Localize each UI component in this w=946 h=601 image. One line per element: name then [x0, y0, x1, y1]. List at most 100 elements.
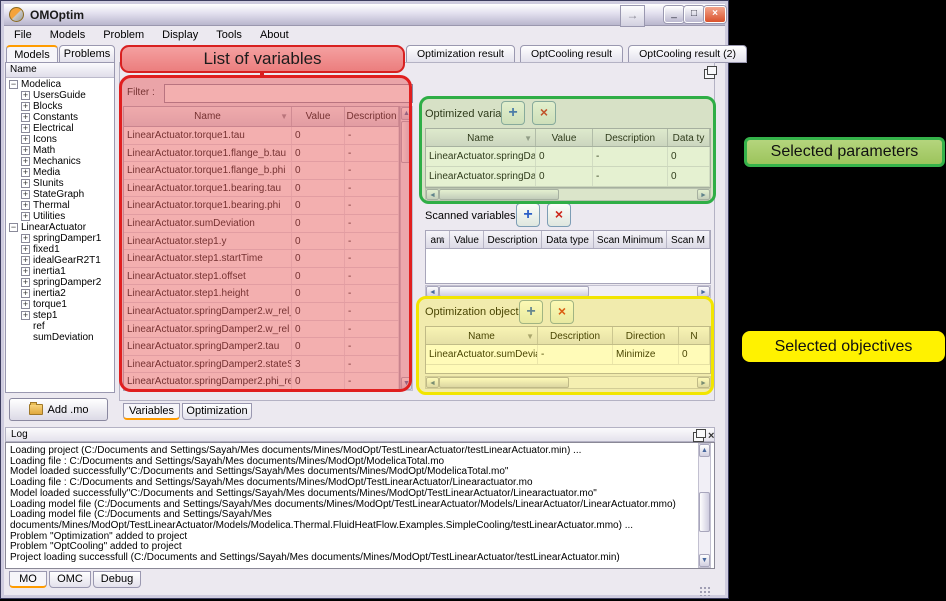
expand-toggle-icon[interactable]: + [21, 212, 30, 221]
log-close-icon[interactable]: × [708, 431, 714, 441]
menu-item[interactable]: Problem [94, 26, 153, 44]
expand-toggle-icon[interactable]: + [21, 102, 30, 111]
app-icon [9, 7, 24, 22]
log-scrollbar[interactable]: ▲ ▼ [698, 443, 711, 568]
tree-item[interactable]: + Electrical [6, 123, 114, 134]
tree-item[interactable]: + UsersGuide [6, 90, 114, 101]
expand-toggle-icon[interactable] [21, 322, 30, 331]
tree-item-label: springDamper1 [33, 233, 101, 244]
sort-desc-icon: ▼ [438, 231, 446, 248]
tree-item[interactable]: + Math [6, 145, 114, 156]
menu-item[interactable]: Display [153, 26, 207, 44]
tab-variables[interactable]: Variables [123, 403, 180, 420]
expand-toggle-icon[interactable]: + [21, 113, 30, 122]
expand-toggle-icon[interactable]: − [9, 223, 18, 232]
log-header: Log [5, 427, 715, 442]
expand-toggle-icon[interactable]: − [9, 80, 18, 89]
tree-item[interactable]: + inertia1 [6, 266, 114, 277]
tree-item[interactable]: + Thermal [6, 200, 114, 211]
expand-toggle-icon[interactable]: + [21, 234, 30, 243]
tree-item[interactable]: + StateGraph [6, 189, 114, 200]
expand-toggle-icon[interactable]: + [21, 146, 30, 155]
screen: OMOptim → _ □ × File Models Problem Disp… [0, 0, 946, 601]
tree-item-label: Constants [33, 112, 78, 123]
result-tab[interactable]: Optimization result [406, 45, 515, 63]
undock-panel-icon[interactable] [704, 69, 715, 79]
expand-toggle-icon[interactable]: + [21, 190, 30, 199]
tree-item[interactable]: + Media [6, 167, 114, 178]
resize-grip[interactable] [699, 586, 710, 596]
expand-toggle-icon[interactable]: + [21, 91, 30, 100]
tree-item[interactable]: sumDeviation [6, 332, 114, 343]
log-undock-icon[interactable] [693, 432, 704, 442]
scrollbar-thumb[interactable] [699, 492, 710, 532]
maximize-button[interactable]: □ [684, 6, 704, 23]
tree-item[interactable]: + SIunits [6, 178, 114, 189]
tree-item[interactable]: + Utilities [6, 211, 114, 222]
add-mo-button[interactable]: Add .mo [9, 398, 108, 421]
column-header-datatype[interactable]: Data type [542, 231, 594, 248]
result-tab[interactable]: OptCooling result (2) [628, 45, 747, 63]
remove-scanned-variable-button[interactable]: × [547, 203, 571, 227]
tree-item[interactable]: + springDamper2 [6, 277, 114, 288]
tree-item[interactable]: + inertia2 [6, 288, 114, 299]
tree-item-label: sumDeviation [33, 332, 94, 343]
log-line: Model loaded successfully"C:/Documents a… [6, 489, 698, 500]
expand-toggle-icon[interactable]: + [21, 157, 30, 166]
column-header-description[interactable]: Description [484, 231, 542, 248]
forward-arrow-button[interactable]: → [620, 5, 645, 27]
add-scanned-variable-button[interactable]: + [516, 203, 540, 227]
tree-item-label: fixed1 [33, 244, 60, 255]
tree-item[interactable]: ref [6, 321, 114, 332]
tab-debug[interactable]: Debug [93, 571, 141, 588]
column-header-name[interactable]: am ▼ [426, 231, 450, 248]
tree-item[interactable]: + idealGearR2T1 [6, 255, 114, 266]
expand-toggle-icon[interactable]: + [21, 256, 30, 265]
expand-toggle-icon[interactable]: + [21, 300, 30, 309]
tab-problems[interactable]: Problems [59, 45, 115, 63]
tree-item-label: Icons [33, 134, 57, 145]
tree-item[interactable]: + step1 [6, 310, 114, 321]
tree-item[interactable]: + fixed1 [6, 244, 114, 255]
tab-optimization[interactable]: Optimization [182, 403, 252, 420]
expand-toggle-icon[interactable]: + [21, 278, 30, 287]
tree-item[interactable]: + Mechanics [6, 156, 114, 167]
tree-item[interactable]: + springDamper1 [6, 233, 114, 244]
close-button[interactable]: × [704, 6, 726, 23]
expand-toggle-icon[interactable] [21, 333, 30, 342]
expand-toggle-icon[interactable]: + [21, 201, 30, 210]
tree-item[interactable]: + Constants [6, 112, 114, 123]
menu-item[interactable]: About [251, 26, 298, 44]
expand-toggle-icon[interactable]: + [21, 168, 30, 177]
tree-item[interactable]: + torque1 [6, 299, 114, 310]
expand-toggle-icon[interactable]: + [21, 267, 30, 276]
scanned-variables-title: Scanned variables [425, 210, 516, 222]
expand-toggle-icon[interactable]: + [21, 289, 30, 298]
tab-omc[interactable]: OMC [49, 571, 91, 588]
expand-toggle-icon[interactable]: + [21, 311, 30, 320]
scroll-up-icon[interactable]: ▲ [699, 444, 710, 457]
log-output[interactable]: Loading project (C:/Documents and Settin… [5, 442, 715, 569]
expand-toggle-icon[interactable]: + [21, 245, 30, 254]
column-header-scan-maximum[interactable]: Scan M [667, 231, 710, 248]
tree-item[interactable]: + Icons [6, 134, 114, 145]
tree-item[interactable]: − LinearActuator [6, 222, 114, 233]
column-header-value[interactable]: Value [450, 231, 484, 248]
scroll-down-icon[interactable]: ▼ [699, 554, 710, 567]
expand-toggle-icon[interactable]: + [21, 124, 30, 133]
expand-toggle-icon[interactable]: + [21, 135, 30, 144]
tree-item[interactable]: + Blocks [6, 101, 114, 112]
result-tab[interactable]: OptCooling result [520, 45, 623, 63]
annotation-selected-objectives: Selected objectives [742, 331, 945, 362]
minimize-button[interactable]: _ [664, 6, 684, 23]
tab-mo[interactable]: MO [9, 571, 47, 588]
tree-item-label: Mechanics [33, 156, 81, 167]
expand-toggle-icon[interactable]: + [21, 179, 30, 188]
menu-item[interactable]: File [5, 26, 41, 44]
tab-models[interactable]: Models [6, 45, 58, 63]
column-header-scan-minimum[interactable]: Scan Minimum [594, 231, 667, 248]
menu-item[interactable]: Models [41, 26, 94, 44]
menu-item[interactable]: Tools [207, 26, 251, 44]
tree-item-label: step1 [33, 310, 57, 321]
tree-item[interactable]: − Modelica [6, 79, 114, 90]
